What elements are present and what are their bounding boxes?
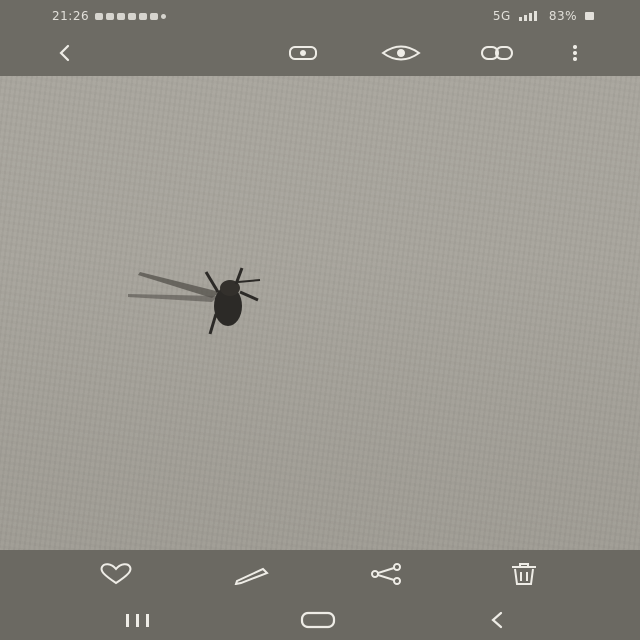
- bixby-vision-button[interactable]: [378, 38, 424, 68]
- edit-icon: [234, 567, 269, 585]
- app-bar: [0, 30, 640, 76]
- navigation-bar: [0, 598, 640, 640]
- remaster-button[interactable]: [285, 38, 321, 68]
- back-icon: [59, 44, 70, 62]
- favorite-button[interactable]: [94, 558, 138, 590]
- more-options-button[interactable]: [562, 38, 588, 68]
- notification-icon: [117, 12, 126, 20]
- recent-apps-button[interactable]: [116, 606, 160, 634]
- bixby-vision-icon: [381, 45, 421, 61]
- top-overlay: 21:26 5G 83%: [0, 0, 640, 76]
- share-button[interactable]: [364, 558, 408, 590]
- edit-button[interactable]: [230, 558, 274, 590]
- notification-icon: [95, 12, 104, 20]
- notification-icon: [106, 12, 115, 20]
- status-right: 5G 83%: [493, 9, 594, 23]
- notification-icon: [128, 12, 137, 20]
- nav-back-button[interactable]: [482, 606, 512, 634]
- recent-apps-icon: [126, 614, 149, 627]
- status-time: 21:26: [52, 9, 90, 23]
- favorite-icon: [100, 563, 132, 585]
- link-button[interactable]: [478, 38, 516, 68]
- notification-icon: [139, 12, 148, 20]
- more-notifications-icon: [161, 13, 167, 19]
- home-button[interactable]: [296, 606, 340, 634]
- photo-view[interactable]: [0, 0, 640, 640]
- notification-icons: [95, 12, 167, 20]
- battery-percent: 83%: [548, 9, 577, 23]
- status-left: 21:26: [52, 9, 167, 23]
- signal-icon: [518, 11, 537, 21]
- more-options-icon: [573, 45, 577, 61]
- back-button[interactable]: [50, 38, 80, 68]
- delete-icon: [512, 563, 536, 585]
- notification-icon: [150, 12, 159, 20]
- battery-icon: [585, 12, 594, 20]
- bottom-action-bar: [0, 550, 640, 598]
- delete-button[interactable]: [504, 558, 544, 590]
- link-icon: [481, 46, 513, 60]
- share-icon: [371, 563, 401, 585]
- network-type: 5G: [492, 9, 511, 23]
- remaster-icon: [289, 46, 317, 60]
- nav-back-icon: [491, 611, 503, 629]
- gallery-viewer-screen: 21:26 5G 83%: [0, 0, 640, 640]
- home-icon: [300, 611, 336, 629]
- status-bar: 21:26 5G 83%: [0, 0, 640, 30]
- insect-photo-subject: [128, 267, 261, 335]
